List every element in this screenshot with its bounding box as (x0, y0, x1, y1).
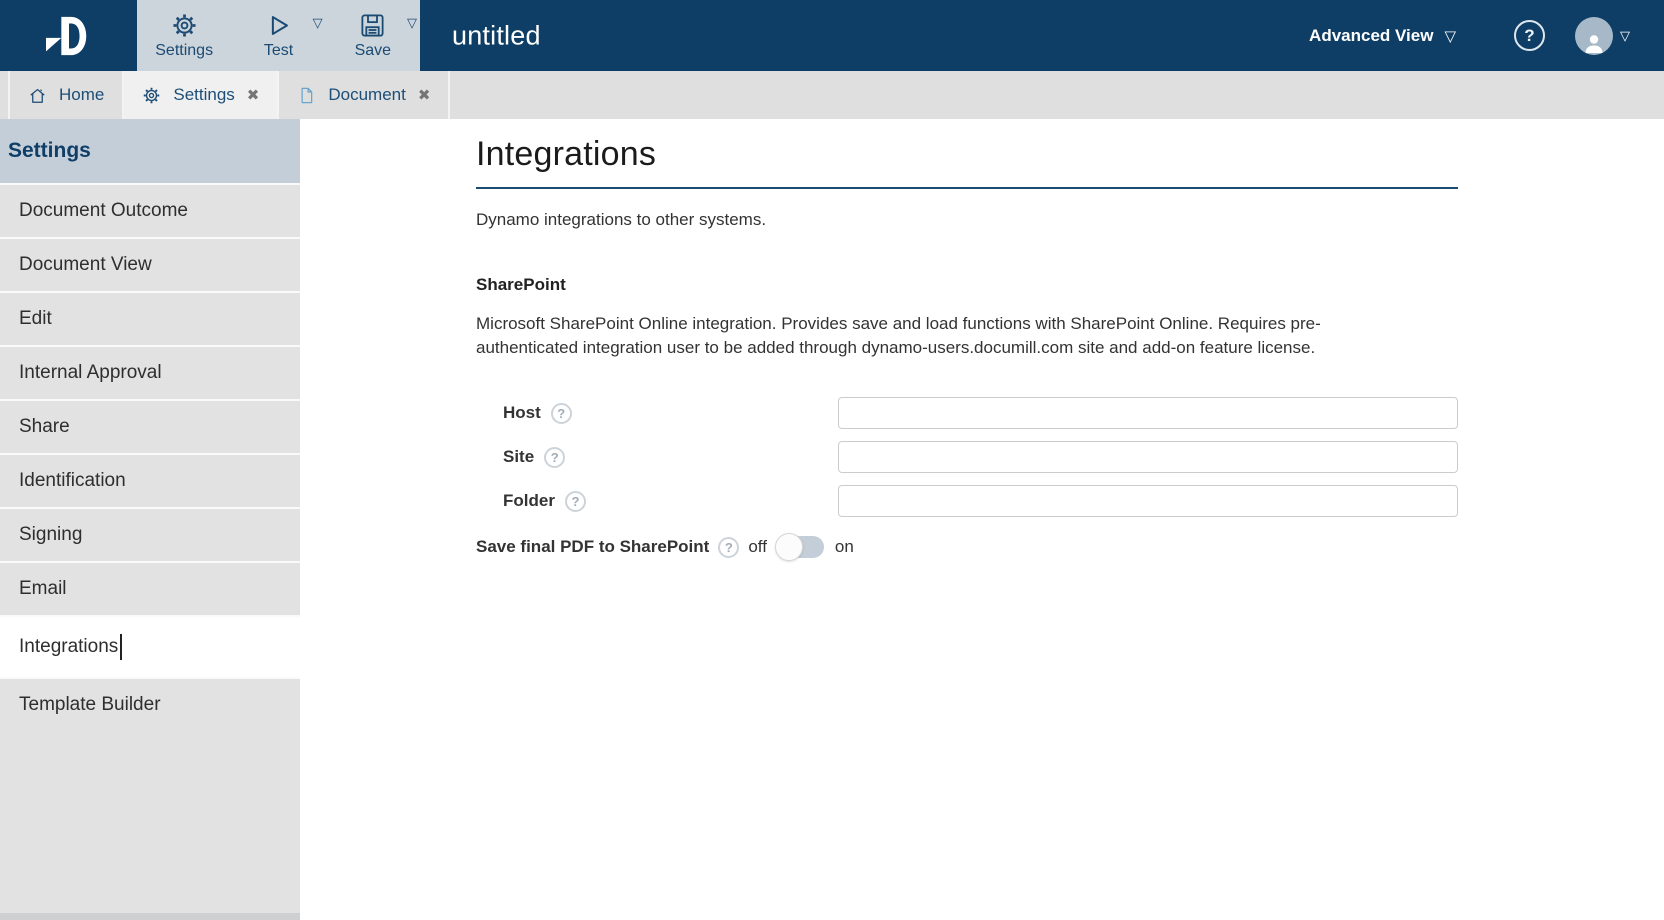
gear-icon (142, 86, 161, 105)
user-icon (1582, 31, 1606, 55)
gear-icon (171, 12, 198, 39)
view-mode-label: Advanced View (1309, 25, 1434, 45)
settings-sidebar: Settings Document Outcome Document View … (0, 119, 300, 920)
host-input[interactable] (838, 397, 1458, 429)
app-window: Settings Test ▽ Save ▽ untitled Advanced… (0, 0, 1664, 920)
site-row: Site ? (476, 435, 1664, 479)
host-row: Host ? (476, 391, 1664, 435)
help-button[interactable]: ? (1514, 20, 1545, 51)
site-label: Site (503, 447, 535, 466)
sidebar-header: Settings (0, 119, 300, 183)
home-icon (28, 86, 47, 105)
host-label: Host (503, 403, 541, 422)
sidebar-item-integrations[interactable]: Integrations (0, 615, 300, 677)
sidebar-item-document-outcome[interactable]: Document Outcome (0, 183, 300, 237)
sidebar-item-internal-approval[interactable]: Internal Approval (0, 345, 300, 399)
sidebar-item-signing[interactable]: Signing (0, 507, 300, 561)
save-icon (359, 12, 386, 39)
page-title: Integrations (476, 135, 1458, 189)
main-content: Integrations Dynamo integrations to othe… (300, 119, 1664, 920)
folder-row: Folder ? (476, 479, 1664, 523)
sidebar-horizontal-scrollbar[interactable] (0, 913, 300, 920)
site-input[interactable] (838, 441, 1458, 473)
folder-label-group: Folder ? (476, 490, 838, 512)
page-subtitle: Dynamo integrations to other systems. (476, 210, 767, 229)
help-icon: ? (1524, 25, 1535, 45)
save-final-pdf-label: Save final PDF to SharePoint (476, 537, 710, 556)
document-icon (297, 86, 316, 105)
sidebar-item-document-view[interactable]: Document View (0, 237, 300, 291)
dynamo-logo-icon (38, 13, 100, 59)
tab-settings[interactable]: Settings ✖ (122, 71, 278, 119)
save-final-pdf-group: Save final PDF to SharePoint ? off on (476, 533, 854, 561)
save-final-pdf-row: Save final PDF to SharePoint ? off on (476, 525, 1664, 569)
sidebar-item-edit[interactable]: Edit (0, 291, 300, 345)
host-label-group: Host ? (476, 402, 838, 424)
sidebar-item-share[interactable]: Share (0, 399, 300, 453)
sharepoint-section-description: Microsoft SharePoint Online integration.… (476, 314, 1321, 357)
site-label-group: Site ? (476, 446, 838, 468)
test-dropdown-icon[interactable]: ▽ (313, 15, 323, 31)
site-help-icon[interactable]: ? (544, 446, 566, 468)
navbar-right-cluster: Advanced View ▽ ? ▽ (1309, 0, 1630, 71)
sidebar-item-email[interactable]: Email (0, 561, 300, 615)
tab-settings-close-icon[interactable]: ✖ (247, 86, 260, 104)
tab-document[interactable]: Document ✖ (277, 71, 451, 119)
sidebar-item-integrations-label: Integrations (19, 636, 119, 657)
toggle-off-label: off (748, 537, 767, 556)
sharepoint-section-title: SharePoint (476, 275, 566, 294)
toggle-on-label: on (834, 537, 854, 556)
test-button-label: Test (263, 41, 294, 59)
tab-bar: Home Settings ✖ Document ✖ (0, 71, 1664, 119)
sidebar-item-identification[interactable]: Identification (0, 453, 300, 507)
settings-button[interactable]: Settings (137, 0, 231, 71)
tab-home[interactable]: Home (8, 71, 122, 119)
top-navbar: Settings Test ▽ Save ▽ untitled Advanced… (0, 0, 1664, 71)
sharepoint-form: Host ? Site ? Folder ? Save final PDF to… (476, 391, 1664, 569)
test-button[interactable]: Test ▽ (231, 0, 325, 71)
folder-input[interactable] (838, 485, 1458, 517)
host-help-icon[interactable]: ? (550, 402, 572, 424)
tab-settings-label: Settings (173, 85, 235, 104)
toggle-knob (774, 533, 803, 561)
save-button-label: Save (354, 41, 392, 59)
view-mode-selector[interactable]: Advanced View ▽ (1309, 26, 1456, 46)
settings-button-label: Settings (155, 41, 214, 59)
document-title: untitled (452, 20, 541, 50)
user-menu-chevron-down-icon: ▽ (1620, 27, 1630, 43)
tab-document-label: Document (328, 85, 406, 104)
tab-home-label: Home (59, 85, 105, 104)
app-logo (0, 0, 137, 71)
save-final-pdf-toggle[interactable] (774, 533, 824, 561)
chevron-down-icon: ▽ (1444, 27, 1456, 45)
play-icon (265, 12, 292, 39)
folder-label: Folder (503, 491, 555, 510)
sidebar-item-template-builder[interactable]: Template Builder (0, 677, 300, 731)
save-button[interactable]: Save ▽ (326, 0, 420, 71)
toolbar: Settings Test ▽ Save ▽ (137, 0, 420, 71)
text-cursor (120, 634, 123, 660)
user-menu[interactable]: ▽ (1575, 16, 1630, 55)
avatar (1575, 16, 1613, 55)
tab-document-close-icon[interactable]: ✖ (418, 86, 431, 104)
save-dropdown-icon[interactable]: ▽ (407, 15, 417, 31)
folder-help-icon[interactable]: ? (564, 490, 586, 512)
save-final-pdf-help-icon[interactable]: ? (718, 536, 740, 558)
